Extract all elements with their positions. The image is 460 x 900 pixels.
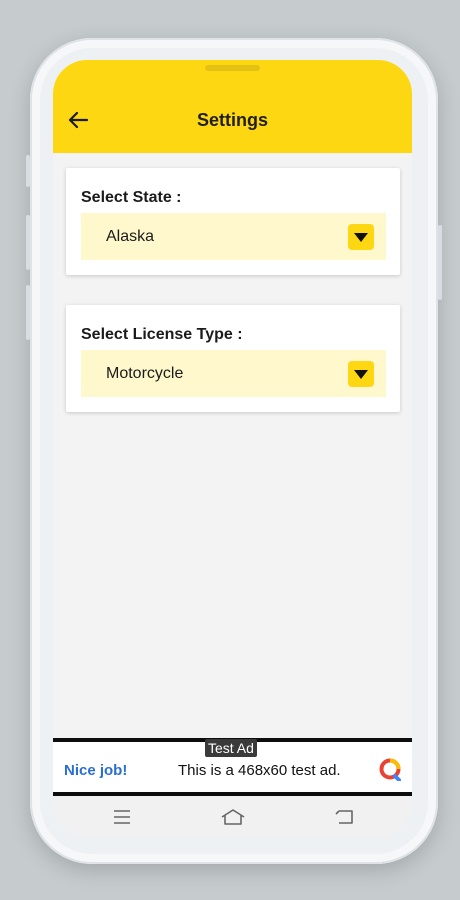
license-type-dropdown-value: Motorcycle: [106, 365, 184, 382]
page-title: Settings: [196, 110, 268, 130]
app-bar: Settings: [53, 60, 412, 153]
system-nav-bar: [53, 796, 412, 838]
ad-cta-text[interactable]: Nice job!: [64, 762, 127, 779]
test-ad-tag: Test Ad: [205, 739, 257, 757]
phone-speaker: [205, 65, 260, 71]
home-icon: [221, 809, 245, 825]
phone-side-button: [26, 215, 30, 270]
phone-side-button: [438, 225, 442, 300]
state-dropdown-value: Alaska: [106, 228, 155, 245]
menu-icon: [114, 810, 130, 824]
ad-body-text: This is a 468x60 test ad.: [178, 762, 341, 779]
app-screen: Settings Select State : Alaska Select Li…: [53, 60, 412, 838]
back-icon: [335, 810, 353, 824]
ad-banner[interactable]: Test Ad Nice job! This is a 468x60 test …: [53, 738, 412, 796]
nav-menu-button[interactable]: [109, 804, 135, 830]
state-dropdown[interactable]: Alaska: [81, 213, 386, 260]
nav-back-button[interactable]: [331, 804, 357, 830]
nav-home-button[interactable]: [220, 804, 246, 830]
phone-side-button: [26, 285, 30, 340]
select-state-card: Select State : Alaska: [66, 168, 400, 275]
phone-side-button: [26, 155, 30, 187]
dropdown-triangle-icon[interactable]: [348, 361, 374, 387]
license-type-dropdown[interactable]: Motorcycle: [81, 350, 386, 397]
select-state-label: Select State :: [81, 189, 182, 206]
dropdown-triangle-icon[interactable]: [348, 224, 374, 250]
ad-network-logo-icon[interactable]: [378, 757, 402, 781]
select-license-type-card: Select License Type : Motorcycle: [66, 305, 400, 412]
select-license-type-label: Select License Type :: [81, 326, 243, 343]
